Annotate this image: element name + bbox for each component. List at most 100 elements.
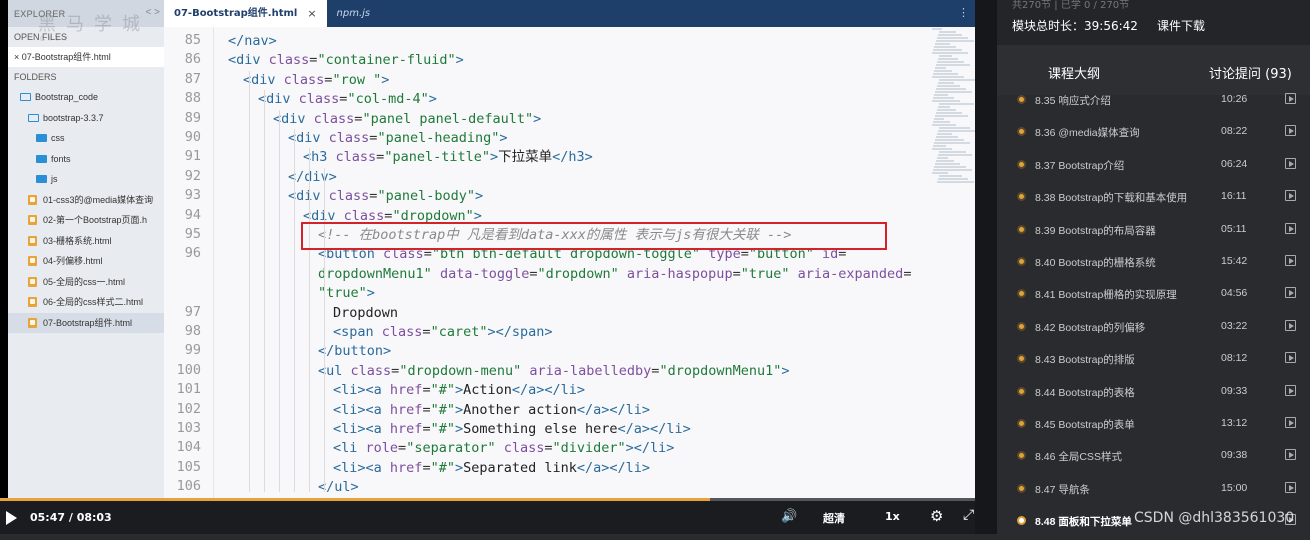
lesson-item[interactable]: 8.42 Bootstrap的列偏移 03:22 bbox=[997, 314, 1310, 346]
play-icon[interactable] bbox=[1285, 157, 1296, 169]
status-dot-icon bbox=[1017, 256, 1026, 266]
file-item[interactable]: 07-Bootstrap组件.html bbox=[8, 312, 164, 333]
play-icon[interactable] bbox=[1285, 287, 1296, 299]
fullscreen-icon[interactable]: ⤢ bbox=[963, 507, 974, 523]
lesson-item[interactable]: 8.44 Bootstrap的表格 09:33 bbox=[997, 379, 1310, 411]
play-icon[interactable] bbox=[1285, 319, 1296, 331]
minimap-line bbox=[938, 34, 962, 36]
tab-discussion[interactable]: 讨论提问 (93) bbox=[1209, 63, 1292, 82]
line-number: 95 bbox=[184, 226, 201, 242]
nav-arrows-icon[interactable]: < > bbox=[146, 7, 160, 18]
minimap-line bbox=[934, 94, 948, 96]
lesson-title: 8.35 响应式介绍 bbox=[1035, 95, 1111, 107]
tab-active-file[interactable]: 07-Bootstrap组件.html × bbox=[164, 0, 327, 27]
minimap-line bbox=[938, 178, 968, 180]
lesson-duration: 16:11 bbox=[1221, 190, 1247, 203]
minimap-line bbox=[938, 82, 954, 84]
lesson-item[interactable]: 8.38 Bootstrap的下载和基本使用 16:11 bbox=[997, 184, 1310, 216]
html-file-icon bbox=[28, 317, 37, 328]
line-number: 89 bbox=[184, 109, 201, 126]
lesson-item[interactable]: 8.43 Bootstrap的排版 08:12 bbox=[997, 346, 1310, 378]
play-icon[interactable] bbox=[1285, 384, 1296, 396]
tab-npm-js[interactable]: npm.js bbox=[327, 0, 381, 27]
minimap[interactable] bbox=[932, 27, 975, 187]
lesson-item[interactable]: 8.36 @media媒体查询 08:22 bbox=[997, 119, 1310, 151]
file-item[interactable]: 06-全局的css样式二.html bbox=[8, 292, 164, 313]
code-line: <h3 class="panel-title">下拉菜单</h3> bbox=[303, 149, 593, 166]
code-line: <div class="panel panel-default"> bbox=[273, 110, 542, 127]
lesson-item[interactable]: 8.45 Bootstrap的表单 13:12 bbox=[997, 411, 1310, 443]
line-number: 100 bbox=[176, 361, 201, 378]
folder-item[interactable]: css bbox=[8, 128, 164, 149]
play-icon[interactable] bbox=[6, 511, 17, 525]
tree-label: 06-全局的css样式二.html bbox=[43, 297, 144, 307]
folder-icon bbox=[36, 175, 47, 184]
lesson-duration: 15:42 bbox=[1221, 254, 1248, 267]
play-icon[interactable] bbox=[1285, 352, 1296, 364]
play-icon[interactable] bbox=[1285, 416, 1296, 428]
lesson-item[interactable]: 8.37 Bootstrap介绍 06:24 bbox=[997, 152, 1310, 184]
lesson-item[interactable]: 8.46 全局CSS样式 09:38 bbox=[997, 443, 1310, 475]
line-number: 106 bbox=[176, 478, 201, 495]
play-icon[interactable] bbox=[1285, 481, 1296, 493]
quality-button[interactable]: 超清 bbox=[823, 510, 845, 526]
file-item[interactable]: 02-第一个Bootstrap页面.h bbox=[8, 210, 164, 231]
more-icon[interactable]: ⋮ bbox=[958, 6, 969, 19]
play-icon[interactable] bbox=[1285, 449, 1296, 461]
close-icon[interactable]: × bbox=[307, 0, 316, 27]
status-dot-icon bbox=[1017, 224, 1026, 234]
folder-item[interactable]: bootstrap-3.3.7 bbox=[8, 108, 164, 129]
minimap-line bbox=[938, 106, 950, 108]
file-item[interactable]: 04-列偏移.html bbox=[8, 251, 164, 272]
tree-label: Bootstrap_code bbox=[35, 92, 99, 102]
lesson-title: 8.38 Bootstrap的下载和基本使用 bbox=[1035, 192, 1188, 205]
minimap-line bbox=[935, 67, 946, 69]
code-line: <li><a href="#">Action</a></li> bbox=[333, 382, 586, 399]
editor-tabs: 07-Bootstrap组件.html × npm.js ⋮ bbox=[164, 0, 975, 27]
minimap-line bbox=[939, 151, 966, 153]
folder-item[interactable]: js bbox=[8, 169, 164, 190]
lesson-item[interactable]: 8.47 导航条 15:00 bbox=[997, 476, 1310, 508]
course-progress-text: 共270节 | 已学 0 / 270节 bbox=[1012, 0, 1130, 11]
minimap-line bbox=[933, 121, 950, 123]
minimap-line bbox=[936, 40, 974, 42]
minimap-line bbox=[933, 73, 958, 75]
tree-label: js bbox=[51, 174, 58, 184]
code-line: </div> bbox=[288, 168, 337, 185]
lesson-title: 8.48 面板和下拉菜单 bbox=[1035, 516, 1132, 529]
lesson-item[interactable]: 8.41 Bootstrap栅格的实现原理 04:56 bbox=[997, 281, 1310, 313]
folder-item[interactable]: Bootstrap_code bbox=[8, 87, 164, 108]
code-area[interactable]: </nav> <div class="container-fluid"> <div … bbox=[214, 27, 924, 515]
file-item[interactable]: 03-栅格系统.html bbox=[8, 231, 164, 252]
play-icon[interactable] bbox=[1285, 254, 1296, 266]
open-file-item[interactable]: × 07-Bootstrap组件.html bbox=[8, 47, 164, 67]
lesson-item[interactable]: 8.40 Bootstrap的栅格系统 15:42 bbox=[997, 249, 1310, 281]
minimap-line bbox=[939, 175, 962, 177]
volume-icon[interactable]: 🔊 bbox=[781, 509, 797, 524]
lesson-item[interactable]: 8.35 响应式介绍 10:26 bbox=[997, 87, 1310, 119]
file-item[interactable]: 05-全局的css一.html bbox=[8, 272, 164, 293]
speed-button[interactable]: 1x bbox=[885, 510, 900, 523]
lesson-title: 8.47 导航条 bbox=[1035, 483, 1090, 496]
download-link[interactable]: 课件下载 bbox=[1157, 17, 1205, 34]
video-player[interactable]: EXPLORER < > 黑马学城 CITY OPEN FILES × 07-B… bbox=[0, 0, 975, 534]
play-icon[interactable] bbox=[1285, 93, 1296, 104]
gear-icon[interactable]: ⚙ bbox=[930, 507, 943, 525]
minimap-line bbox=[936, 112, 962, 114]
status-dot-icon bbox=[1017, 418, 1026, 428]
lesson-item[interactable]: 8.39 Bootstrap的布局容器 05:11 bbox=[997, 217, 1310, 249]
play-icon[interactable] bbox=[1285, 190, 1296, 202]
time-display: 05:47 / 08:03 bbox=[30, 511, 112, 524]
lesson-duration: 13:12 bbox=[1221, 416, 1248, 429]
line-number: 99 bbox=[184, 342, 201, 359]
tab-outline[interactable]: 课程大纲 bbox=[1048, 63, 1100, 82]
minimap-line bbox=[935, 91, 972, 93]
tree-label: 01-css3的@media媒体查询 bbox=[43, 194, 154, 205]
code-editor[interactable]: 07-Bootstrap组件.html × npm.js ⋮ 85 86 87 88 8… bbox=[164, 0, 975, 534]
play-icon[interactable] bbox=[1285, 125, 1296, 137]
file-item[interactable]: 01-css3的@media媒体查询 bbox=[8, 190, 164, 211]
minimap-line bbox=[932, 124, 956, 126]
play-icon[interactable] bbox=[1285, 222, 1296, 234]
code-line: <li><a href="#">Another action</a></li> bbox=[333, 401, 651, 418]
folder-item[interactable]: fonts bbox=[8, 149, 164, 170]
